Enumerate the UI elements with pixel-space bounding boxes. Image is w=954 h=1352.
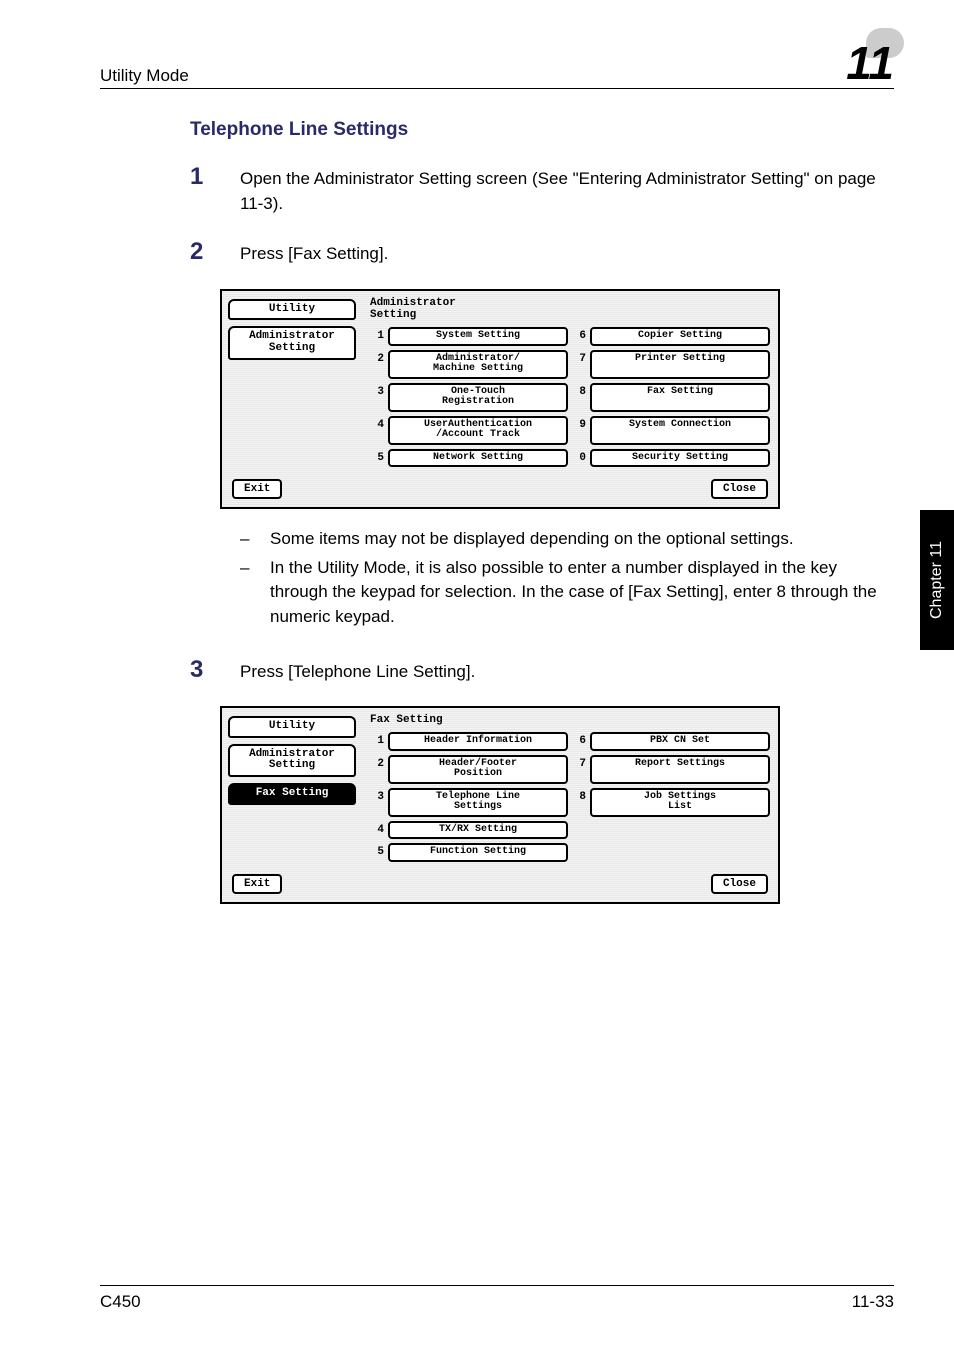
side-chapter-tab: Chapter 11 — [920, 510, 954, 650]
step-text: Press [Fax Setting]. — [240, 238, 388, 267]
exit-button[interactable]: Exit — [232, 874, 282, 894]
lcd-title: Administrator Setting — [370, 297, 770, 321]
dash-icon: – — [240, 527, 270, 552]
menu-pbx-cn-set[interactable]: PBX CN Set — [590, 732, 770, 751]
menu-telephone-line-settings[interactable]: Telephone Line Settings — [388, 788, 568, 817]
step-1: 1 Open the Administrator Setting screen … — [190, 163, 894, 216]
lcd-tab-admin-setting[interactable]: Administrator Setting — [228, 744, 356, 777]
exit-button[interactable]: Exit — [232, 479, 282, 499]
header-chapter-number: 11 — [846, 40, 894, 86]
lcd-tab-utility[interactable]: Utility — [228, 299, 356, 321]
menu-security-setting[interactable]: Security Setting — [590, 449, 770, 468]
lcd-menu-grid: 1System Setting 6Copier Setting 2Adminis… — [370, 327, 770, 467]
menu-header-info[interactable]: Header Information — [388, 732, 568, 751]
menu-onetouch-registration[interactable]: One-Touch Registration — [388, 383, 568, 412]
menu-user-auth[interactable]: UserAuthentication /Account Track — [388, 416, 568, 445]
footer-model: C450 — [100, 1292, 141, 1312]
step-2: 2 Press [Fax Setting]. — [190, 238, 894, 267]
menu-header-footer-pos[interactable]: Header/Footer Position — [388, 755, 568, 784]
footer-page-number: 11-33 — [852, 1292, 894, 1312]
step-number: 1 — [190, 163, 240, 216]
lcd-tab-admin-setting[interactable]: Administrator Setting — [228, 326, 356, 359]
bullet-text: Some items may not be displayed dependin… — [270, 527, 794, 552]
menu-printer-setting[interactable]: Printer Setting — [590, 350, 770, 379]
section-title: Telephone Line Settings — [190, 119, 894, 141]
page-footer: C450 11-33 — [100, 1285, 894, 1312]
step-3: 3 Press [Telephone Line Setting]. — [190, 656, 894, 685]
menu-tx-rx-setting[interactable]: TX/RX Setting — [388, 821, 568, 840]
lcd-menu-grid: 1Header Information 6PBX CN Set 2Header/… — [370, 732, 770, 862]
menu-copier-setting[interactable]: Copier Setting — [590, 327, 770, 346]
menu-job-settings-list[interactable]: Job Settings List — [590, 788, 770, 817]
step-text: Open the Administrator Setting screen (S… — [240, 163, 894, 216]
menu-system-setting[interactable]: System Setting — [388, 327, 568, 346]
menu-function-setting[interactable]: Function Setting — [388, 843, 568, 862]
note-bullets: – Some items may not be displayed depend… — [240, 527, 894, 630]
page-header: Utility Mode 11 — [100, 40, 894, 89]
menu-report-settings[interactable]: Report Settings — [590, 755, 770, 784]
step-text: Press [Telephone Line Setting]. — [240, 656, 475, 685]
step-number: 2 — [190, 238, 240, 267]
lcd-title: Fax Setting — [370, 714, 770, 726]
close-button[interactable]: Close — [711, 874, 768, 894]
menu-system-connection[interactable]: System Connection — [590, 416, 770, 445]
close-button[interactable]: Close — [711, 479, 768, 499]
menu-admin-machine-setting[interactable]: Administrator/ Machine Setting — [388, 350, 568, 379]
lcd-screenshot-admin-setting: Utility Administrator Setting Administra… — [220, 289, 780, 509]
dash-icon: – — [240, 556, 270, 630]
lcd-tab-fax-setting[interactable]: Fax Setting — [228, 783, 356, 805]
lcd-screenshot-fax-setting: Utility Administrator Setting Fax Settin… — [220, 706, 780, 904]
menu-network-setting[interactable]: Network Setting — [388, 449, 568, 468]
header-section-name: Utility Mode — [100, 66, 189, 86]
bullet-text: In the Utility Mode, it is also possible… — [270, 556, 894, 630]
lcd-tab-utility[interactable]: Utility — [228, 716, 356, 738]
menu-fax-setting[interactable]: Fax Setting — [590, 383, 770, 412]
step-number: 3 — [190, 656, 240, 685]
